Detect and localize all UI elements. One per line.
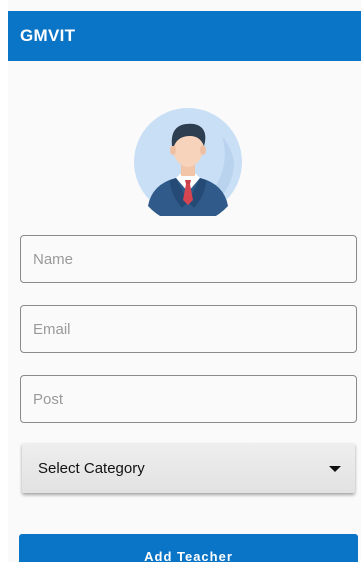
- app-title: GMVIT: [20, 26, 76, 45]
- category-select-label: Select Category: [38, 459, 145, 477]
- category-select[interactable]: Select Category: [22, 443, 355, 493]
- app-bar: GMVIT: [8, 11, 361, 61]
- add-teacher-button[interactable]: Add Teacher: [19, 534, 358, 562]
- app-screen: GMVIT Select Category Add Teacher: [8, 0, 361, 562]
- dropdown-arrow-icon: [329, 466, 341, 472]
- post-field[interactable]: [20, 375, 357, 423]
- name-field[interactable]: [20, 235, 357, 283]
- email-field[interactable]: [20, 305, 357, 353]
- teacher-avatar-icon[interactable]: [126, 108, 250, 216]
